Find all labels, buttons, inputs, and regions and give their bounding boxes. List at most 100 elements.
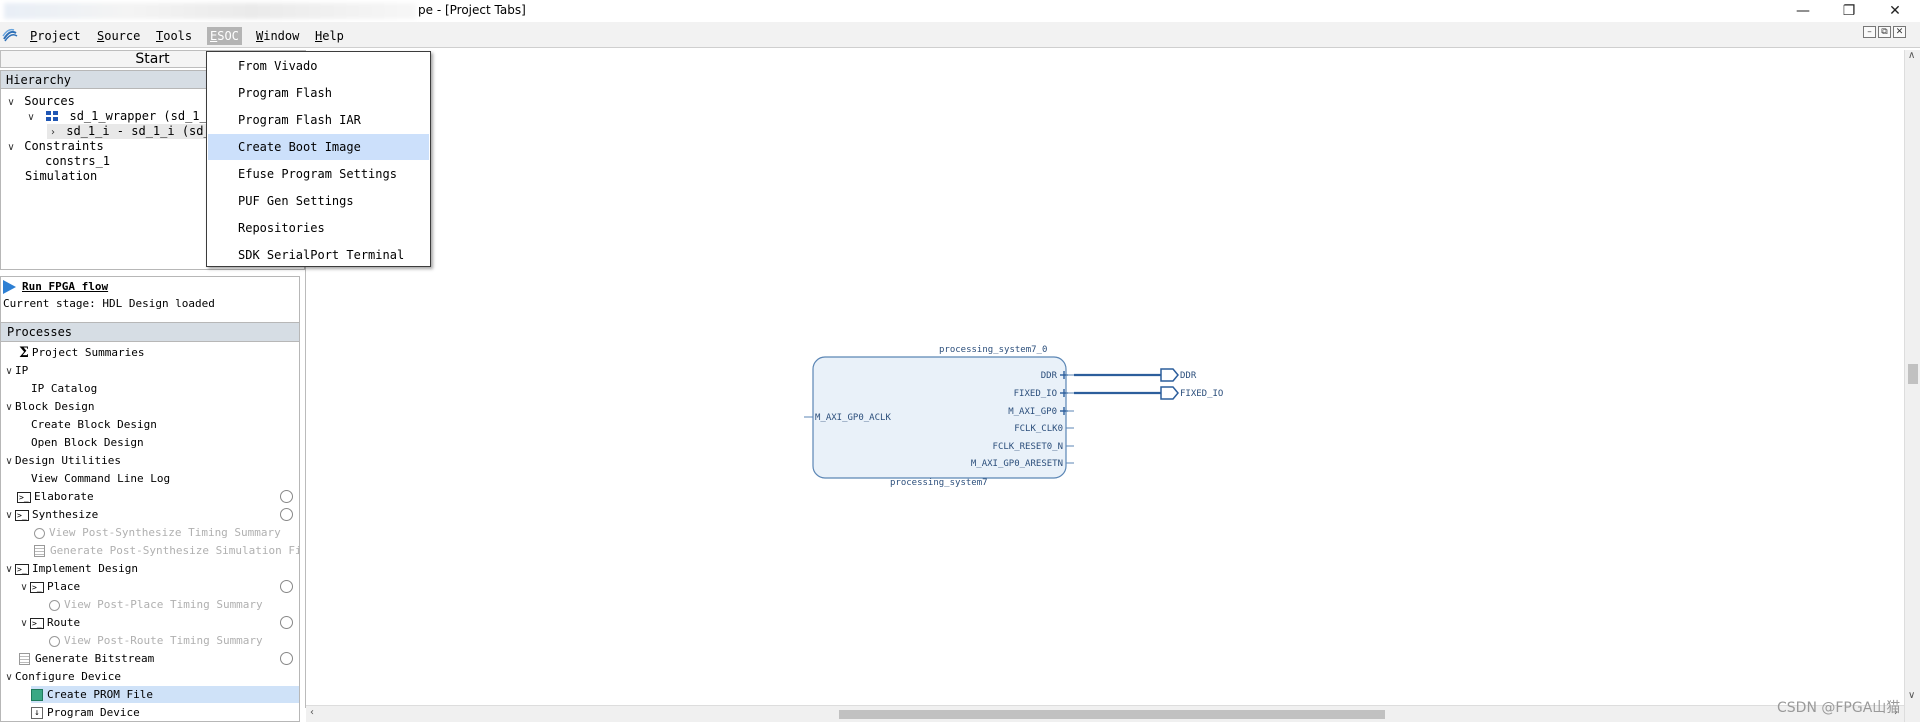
download-icon: ↓ [31,707,43,719]
process-generate-bitstream[interactable]: Generate Bitstream [19,650,154,667]
menu-project[interactable]: Project [27,27,84,45]
menu-bar: Project Source Tools ESOC Window Help [0,22,1920,48]
port-m-axi-gp0: M_AXI_GP0 [1008,407,1057,417]
external-port-ddr-label: DDR [1180,371,1197,381]
tree-item-instance[interactable]: › sd_1_i - sd_1_i (sd_ [47,124,211,139]
menu-esoc[interactable]: ESOC [207,27,242,45]
menu-source[interactable]: Source [94,27,143,45]
process-create-block-design[interactable]: Create Block Design [31,416,157,433]
horizontal-scrollbar[interactable]: ‹ › [306,705,1904,722]
process-ip[interactable]: ∨ IP [3,362,28,379]
process-post-synth-sim: Generate Post-Synthesize Simulation File [34,542,299,559]
horizontal-scroll-thumb[interactable] [839,710,1385,719]
tree-item-constrs[interactable]: constrs_1 [45,154,110,169]
menu-item-from-vivado[interactable]: From Vivado [208,53,429,79]
tree-item-constraints[interactable]: ∨ Constraints [5,139,103,155]
bitstream-icon [19,653,30,665]
menu-item-repositories[interactable]: Repositories [208,215,429,241]
chevron-down-icon[interactable]: ∨ [3,507,15,524]
port-m-axi-gp0-aclk: M_AXI_GP0_ACLK [815,413,891,423]
terminal-icon [17,489,31,506]
chevron-right-icon[interactable]: › [47,125,59,140]
mdi-restore-button[interactable]: ⧉ [1878,26,1891,38]
process-configure-device[interactable]: ∨ Configure Device [3,668,121,685]
scroll-up-icon[interactable]: ∧ [1908,50,1915,61]
menu-item-efuse-program-settings[interactable]: Efuse Program Settings [208,161,429,187]
chevron-down-icon[interactable]: ∨ [3,363,15,380]
tree-item-simulation[interactable]: Simulation [25,169,97,184]
restore-button[interactable]: ❐ [1826,0,1872,22]
block-design-icon [46,111,59,121]
terminal-icon [15,561,29,578]
stopwatch-icon [34,527,45,539]
process-view-command-log[interactable]: View Command Line Log [31,470,170,487]
port-m-axi-gp0-aresetn: M_AXI_GP0_ARESETN [971,459,1063,469]
process-implement-design[interactable]: ∨Implement Design [3,560,138,578]
block-diagram: processing_system7_0 processing_system7 … [804,345,1223,488]
vertical-scroll-thumb[interactable] [1908,364,1918,384]
status-circle-icon [280,652,293,665]
chevron-down-icon[interactable]: ∨ [3,399,15,416]
menu-item-program-flash[interactable]: Program Flash [208,80,429,106]
status-circle-icon [280,508,293,521]
chevron-down-icon[interactable]: ∨ [5,95,17,110]
external-port-fixed-io-icon[interactable] [1160,386,1179,400]
port-fclk-reset0-n: FCLK_RESET0_N [993,442,1063,452]
process-post-place-timing: View Post-Place Timing Summary [49,596,263,613]
menu-item-program-flash-iar[interactable]: Program Flash IAR [208,107,429,133]
process-open-block-design[interactable]: Open Block Design [31,434,144,451]
prom-file-icon [31,689,43,701]
process-design-utilities[interactable]: ∨ Design Utilities [3,452,121,469]
document-icon [34,545,45,557]
tree-item-wrapper[interactable]: ∨ sd_1_wrapper (sd_1_w [25,109,214,124]
process-create-prom-file[interactable]: Create PROM File [31,686,299,703]
port-fclk-clk0: FCLK_CLK0 [1014,424,1063,434]
port-ddr: DDR [1041,371,1058,381]
menu-help[interactable]: Help [312,27,347,45]
chevron-down-icon[interactable]: ∨ [3,453,15,470]
flow-panel: Run FPGA flow Current stage: HDL Design … [0,276,300,722]
window-title: pe - [Project Tabs] [418,3,526,17]
process-block-design[interactable]: ∨ Block Design [3,398,94,415]
external-port-fixed-io-label: FIXED_IO [1180,389,1223,399]
terminal-icon [30,579,44,596]
stopwatch-icon [49,599,60,611]
chevron-down-icon[interactable]: ∨ [18,615,30,632]
menu-item-puf-gen-settings[interactable]: PUF Gen Settings [208,188,429,214]
process-route[interactable]: ∨Route [18,614,80,632]
status-circle-icon [280,490,293,503]
terminal-icon [30,615,44,632]
chevron-down-icon[interactable]: ∨ [3,669,15,686]
block-design-canvas[interactable]: processing_system7_0 processing_system7 … [305,50,1904,708]
process-post-synth-timing: View Post-Synthesize Timing Summary [34,524,281,541]
chevron-down-icon[interactable]: ∨ [18,579,30,596]
chevron-down-icon[interactable]: ∨ [3,561,15,578]
external-port-ddr-icon[interactable] [1160,368,1179,382]
close-button[interactable]: ✕ [1872,0,1918,22]
scroll-left-icon[interactable]: ‹ [310,707,314,718]
vertical-scrollbar[interactable]: ∧ ∨ [1904,50,1920,722]
menu-tools[interactable]: Tools [153,27,195,45]
scroll-down-icon[interactable]: ∨ [1908,690,1915,701]
port-fixed-io: FIXED_IO [1014,389,1057,399]
tree-item-sources[interactable]: ∨ Sources [5,94,74,110]
chevron-down-icon[interactable]: ∨ [25,110,37,125]
process-elaborate[interactable]: Elaborate [17,488,94,506]
esoc-dropdown-menu: From Vivado Program Flash Program Flash … [206,51,431,267]
chevron-down-icon[interactable]: ∨ [5,140,17,155]
menu-item-sdk-serialport-terminal[interactable]: SDK SerialPort Terminal [208,242,429,268]
process-ip-catalog[interactable]: IP Catalog [31,380,97,397]
sigma-icon: Σ [19,344,29,361]
process-post-route-timing: View Post-Route Timing Summary [49,632,263,649]
menu-item-create-boot-image[interactable]: Create Boot Image [208,134,429,160]
process-synthesize[interactable]: ∨Synthesize [3,506,98,524]
process-place[interactable]: ∨Place [18,578,80,596]
process-project-summaries[interactable]: Σ Project Summaries [19,344,145,361]
mdi-minimize-button[interactable]: – [1863,26,1876,38]
process-program-device[interactable]: ↓ Program Device [31,704,140,721]
mdi-close-button[interactable]: ✕ [1893,26,1906,38]
instance-name-label: processing_system7_0 [939,345,1047,355]
run-fpga-flow-button[interactable]: Run FPGA flow [3,279,108,295]
menu-window[interactable]: Window [253,27,302,45]
minimize-button[interactable]: — [1780,0,1826,22]
